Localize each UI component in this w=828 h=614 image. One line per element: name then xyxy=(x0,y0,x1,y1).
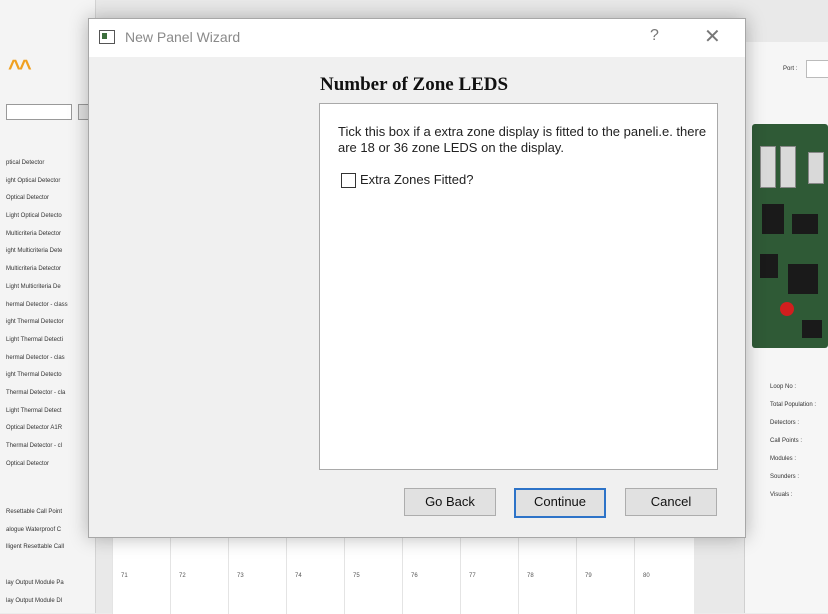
stat-label: Visuals : xyxy=(770,492,793,498)
app-window-icon xyxy=(99,30,115,44)
stat-label: Sounders : xyxy=(770,474,800,480)
device-list: ptical Detector ight Optical Detector Opti… xyxy=(0,155,95,473)
device-list-item[interactable]: Light Thermal Detect xyxy=(0,403,95,421)
address-grid: 71 72 73 74 75 76 77 78 79 80 xyxy=(112,535,694,614)
device-list-item[interactable]: Multicriteria Detector xyxy=(0,226,95,244)
loop-statistics: Loop No : Total Population : Detectors : Ca… xyxy=(770,378,816,504)
wizard-description: Tick this box if a extra zone display is… xyxy=(338,124,707,155)
device-list-panel: ^^ ptical Detector ight Optical Detector O… xyxy=(0,0,96,613)
device-list-item[interactable]: Optical Detector A1R xyxy=(0,420,95,438)
call-point-list: Resettable Call Point alogue Waterproof C… xyxy=(0,504,95,557)
extra-zones-label[interactable]: Extra Zones Fitted? xyxy=(360,172,473,187)
help-button[interactable]: ? xyxy=(650,27,659,45)
grid-cell[interactable]: 73 xyxy=(228,536,286,614)
device-list-item[interactable]: Thermal Detector - cla xyxy=(0,385,95,403)
grid-cell[interactable]: 72 xyxy=(170,536,228,614)
stat-label: Modules : xyxy=(770,456,797,462)
panel-board-image xyxy=(752,124,828,348)
device-list-item[interactable]: lay Output Module Pa xyxy=(0,575,95,593)
device-list-item[interactable]: hermal Detector - clas xyxy=(0,350,95,368)
grid-cell-number: 73 xyxy=(237,573,244,579)
dialog-title: New Panel Wizard xyxy=(125,29,241,45)
stat-label: Call Points : xyxy=(770,438,803,444)
device-list-item[interactable]: hermal Detector - class xyxy=(0,297,95,315)
grid-cell-number: 78 xyxy=(527,573,534,579)
device-list-item[interactable]: Light Optical Detecto xyxy=(0,208,95,226)
grid-cell-number: 76 xyxy=(411,573,418,579)
continue-button[interactable]: Continue xyxy=(514,488,606,518)
extra-zones-checkbox[interactable] xyxy=(341,173,356,188)
port-select[interactable] xyxy=(806,60,828,78)
grid-cell[interactable]: 78 xyxy=(518,536,576,614)
device-list-item[interactable]: Multicriteria Detector xyxy=(0,261,95,279)
dialog-title-bar: New Panel Wizard ? ✕ xyxy=(89,19,745,57)
grid-cell-number: 77 xyxy=(469,573,476,579)
module-list: lay Output Module Pa lay Output Module Dl xyxy=(0,575,95,610)
device-list-item[interactable]: ight Multicriteria Dete xyxy=(0,243,95,261)
device-list-item[interactable]: lay Output Module Dl xyxy=(0,593,95,611)
grid-cell-number: 72 xyxy=(179,573,186,579)
device-list-item[interactable]: ptical Detector xyxy=(0,155,95,173)
grid-cell-number: 71 xyxy=(121,573,128,579)
device-search-input[interactable] xyxy=(6,104,72,120)
device-list-item[interactable]: Thermal Detector - cl xyxy=(0,438,95,456)
device-list-item[interactable]: ight Thermal Detector xyxy=(0,314,95,332)
wizard-content-box: Tick this box if a extra zone display is… xyxy=(319,103,718,470)
grid-cell[interactable]: 75 xyxy=(344,536,402,614)
grid-cell-number: 74 xyxy=(295,573,302,579)
port-label: Port : xyxy=(783,66,798,72)
grid-cell-number: 79 xyxy=(585,573,592,579)
logo-icon: ^^ xyxy=(8,55,32,80)
device-list-item[interactable]: lligent Resettable Call xyxy=(0,539,95,557)
device-list-item[interactable]: Optical Detector xyxy=(0,456,95,474)
stat-label: Total Population : xyxy=(770,402,817,408)
stat-label: Detectors : xyxy=(770,420,800,426)
device-list-item[interactable]: alogue Waterproof C xyxy=(0,522,95,540)
grid-cell-number: 80 xyxy=(643,573,650,579)
grid-cell[interactable]: 74 xyxy=(286,536,344,614)
grid-cell[interactable]: 71 xyxy=(112,536,170,614)
stat-label: Loop No : xyxy=(770,384,797,390)
device-list-item[interactable]: ight Thermal Detecto xyxy=(0,367,95,385)
go-back-button[interactable]: Go Back xyxy=(404,488,496,516)
new-panel-wizard-dialog: New Panel Wizard ? ✕ Number of Zone LEDS… xyxy=(88,18,746,538)
device-list-item[interactable]: Optical Detector xyxy=(0,190,95,208)
device-list-item[interactable]: Light Multicriteria De xyxy=(0,279,95,297)
device-list-item[interactable]: Resettable Call Point xyxy=(0,504,95,522)
grid-cell-number: 75 xyxy=(353,573,360,579)
device-list-item[interactable]: Light Thermal Detecti xyxy=(0,332,95,350)
cancel-button[interactable]: Cancel xyxy=(625,488,717,516)
grid-cell[interactable]: 79 xyxy=(576,536,634,614)
grid-cell[interactable]: 80 xyxy=(634,536,692,614)
wizard-page-heading: Number of Zone LEDS xyxy=(320,74,509,95)
grid-cell[interactable]: 76 xyxy=(402,536,460,614)
grid-cell[interactable]: 77 xyxy=(460,536,518,614)
close-icon[interactable]: ✕ xyxy=(704,24,721,49)
device-list-item[interactable]: ight Optical Detector xyxy=(0,173,95,191)
